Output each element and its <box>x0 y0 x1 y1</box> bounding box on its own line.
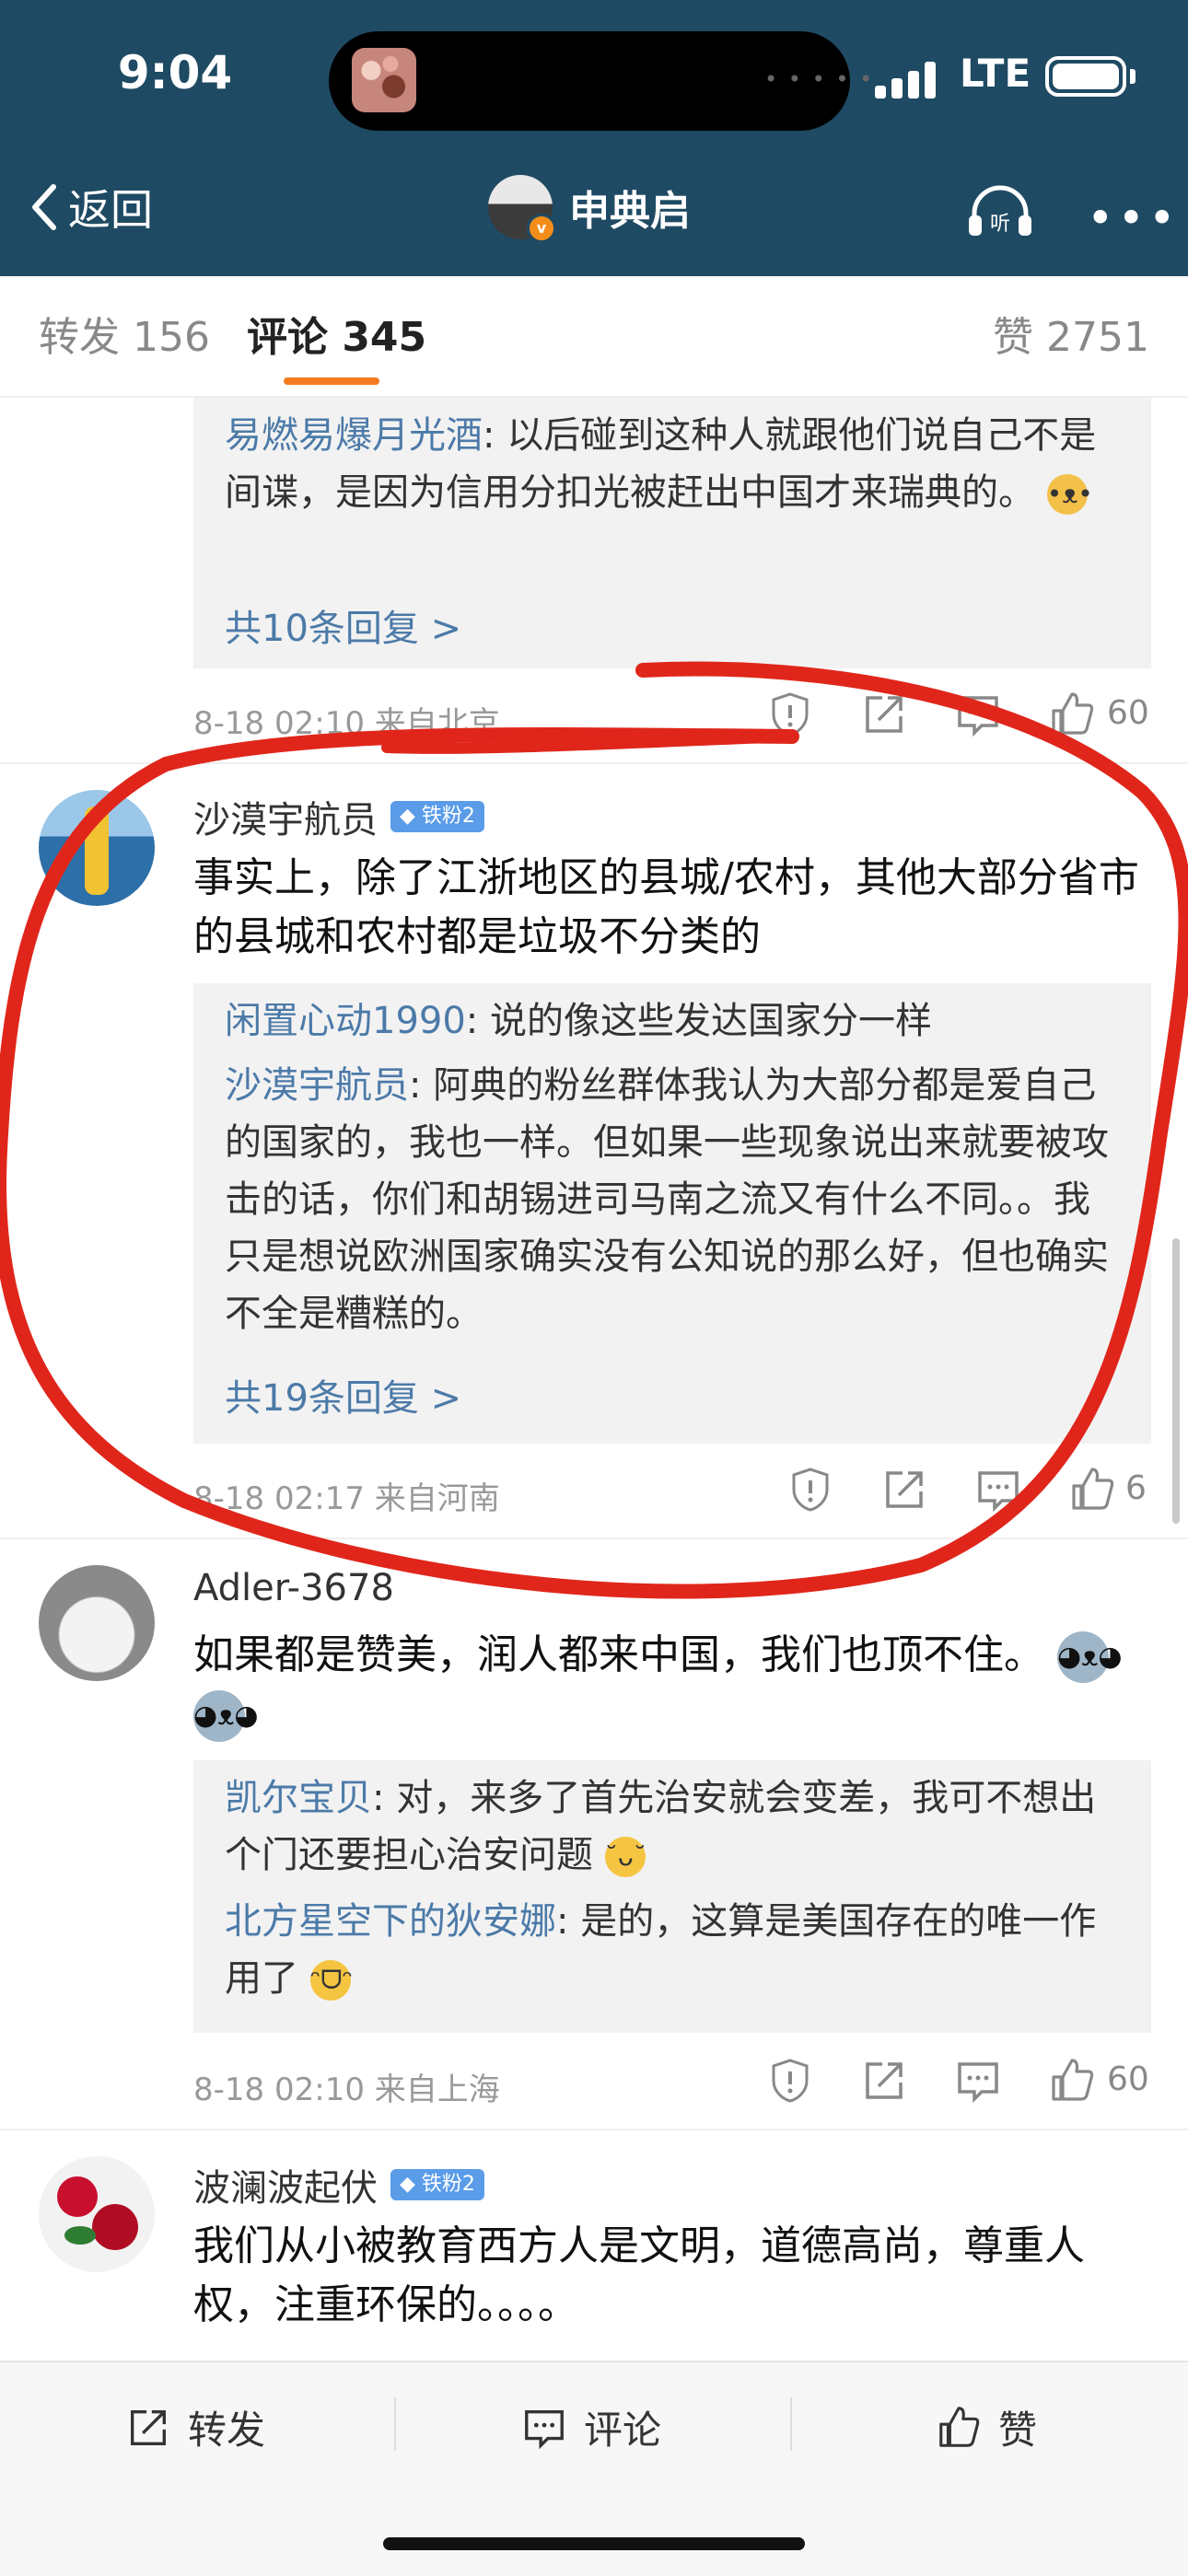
user-avatar[interactable] <box>39 2156 155 2272</box>
tab-comments[interactable]: 评论 345 <box>247 304 426 363</box>
reply-username[interactable]: 凯尔宝贝 <box>225 1777 372 1819</box>
author-avatar[interactable]: v <box>488 175 556 243</box>
comment-username[interactable]: Adler-3678 <box>193 1567 394 1609</box>
status-indicators: LTE <box>875 51 1151 106</box>
reply-icon[interactable] <box>954 690 1002 738</box>
fan-badge-label: 铁粉2 <box>421 805 475 828</box>
report-icon[interactable] <box>786 1466 834 1514</box>
like-icon[interactable] <box>1048 690 1096 738</box>
comment-actions: 60 <box>755 2057 1151 2112</box>
fan-badge: ◆ 铁粉2 <box>390 2169 484 2200</box>
reply-username[interactable]: 易燃易爆月光酒 <box>225 414 483 457</box>
like-icon[interactable] <box>1048 2057 1096 2105</box>
verified-badge-icon: v <box>527 214 556 243</box>
reply-item: 北方星空下的狄安娜: 是的，这算是美国存在的唯一作用了 ᵔᗜᵔ <box>225 1893 1124 2007</box>
report-icon[interactable] <box>766 690 814 738</box>
like-label: 赞 <box>998 2408 1038 2453</box>
divider <box>0 762 1188 764</box>
comment-meta: 8-18 02:10 来自上海 <box>193 2071 500 2108</box>
username-text: Adler-3678 <box>193 1567 394 1609</box>
reply-icon[interactable] <box>954 2057 1002 2105</box>
comment-username[interactable]: 波澜波起伏 ◆ 铁粉2 <box>193 2158 484 2211</box>
share-icon[interactable] <box>860 2057 908 2105</box>
reply-box[interactable]: 闲置心动1990: 说的像这些发达国家分一样 沙漠宇航员: 阿典的粉丝群体我认为… <box>193 983 1151 1444</box>
tab-bar: 转发 156 评论 345 赞 2751 <box>0 304 1188 396</box>
share-icon <box>131 2409 166 2445</box>
divider <box>0 1537 1188 1539</box>
user-avatar[interactable] <box>39 790 155 906</box>
comment-body: 如果都是赞美，润人都来中国，我们也顶不住。 <box>193 1631 1044 1678</box>
signal-icon <box>875 62 939 99</box>
fan-badge-label: 铁粉2 <box>421 2173 475 2196</box>
comment-text: 事实上，除了江浙地区的县城/农村，其他大部分省市的县城和农村都是垃圾不分类的 <box>193 854 1139 960</box>
reply-item: 沙漠宇航员: 阿典的粉丝群体我认为大部分都是爱自己的国家的，我也一样。但如果一些… <box>225 1057 1124 1342</box>
comment-label: 评论 <box>584 2408 662 2453</box>
comment-icon <box>525 2409 564 2449</box>
audio-wave-icon: • • • • • <box>764 66 875 92</box>
comment-button[interactable]: 评论 <box>521 2399 661 2455</box>
profile-header[interactable]: v 申典启 <box>488 175 691 243</box>
listen-label: 听 <box>990 213 1010 236</box>
reply-box[interactable]: 凯尔宝贝: 对，来多了首先治安就会变差，我可不想出个门还要担心治安问题 ˘ᴗ˘ … <box>193 1760 1151 2033</box>
report-icon[interactable] <box>766 2057 814 2105</box>
status-time: 9:04 <box>117 46 233 99</box>
page-title: 申典启 <box>569 188 691 235</box>
like-count: 60 <box>1107 694 1149 732</box>
tab-reposts[interactable]: 转发 156 <box>39 304 210 363</box>
reply-box[interactable]: 易燃易爆月光酒: 以后碰到这种人就跟他们说自己不是间谍，是因为信用分扣光被赶出中… <box>193 398 1151 668</box>
user-avatar[interactable] <box>39 1565 155 1681</box>
comment-meta: 8-18 02:10 来自北京 <box>193 705 500 742</box>
like-count: 6 <box>1125 1469 1147 1507</box>
doge-emoji-icon: •ᴥ• <box>1046 474 1093 515</box>
laugh-cry-emoji-icon: ᵔᗜᵔ <box>309 1960 353 2001</box>
battery-icon <box>1045 56 1126 97</box>
back-button[interactable]: 返回 <box>28 177 153 238</box>
reply-username[interactable]: 沙漠宇航员 <box>225 1064 409 1107</box>
husky-emoji-icon: ◕ᴥ◕ <box>1057 1631 1123 1683</box>
comment-meta: 8-18 02:17 来自河南 <box>193 1480 500 1517</box>
comment-username[interactable]: 沙漠宇航员 ◆ 铁粉2 <box>193 790 484 843</box>
comment-actions: 6 <box>775 1466 1171 1521</box>
like-button[interactable]: 赞 <box>936 2399 1037 2455</box>
comment-actions: 60 <box>755 690 1151 746</box>
like-icon[interactable] <box>1068 1466 1116 1514</box>
repost-label: 转发 <box>188 2408 266 2453</box>
like-icon <box>939 2406 980 2447</box>
share-icon[interactable] <box>880 1466 928 1514</box>
now-playing-thumbnail[interactable] <box>352 48 416 112</box>
scrollbar[interactable] <box>1172 1238 1180 1524</box>
like-count: 60 <box>1107 2060 1149 2098</box>
more-replies-link[interactable]: 共10条回复 > <box>225 598 461 652</box>
comment-text: 我们从小被教育西方人是文明，道德高尚，尊重人权，注重环保的。。。。 <box>193 2222 1085 2328</box>
reply-text: : 说的像这些发达国家分一样 <box>465 1000 932 1042</box>
reply-item: 易燃易爆月光酒: 以后碰到这种人就跟他们说自己不是间谍，是因为信用分扣光被赶出中… <box>225 407 1124 521</box>
chevron-left-icon <box>32 184 56 230</box>
reply-username[interactable]: 闲置心动1990 <box>225 1000 466 1042</box>
active-tab-indicator <box>284 377 379 385</box>
share-icon[interactable] <box>860 690 908 738</box>
reply-item: 闲置心动1990: 说的像这些发达国家分一样 <box>225 992 1124 1050</box>
network-label: LTE <box>960 51 1031 96</box>
reply-icon[interactable] <box>974 1466 1022 1514</box>
more-replies-link[interactable]: 共19条回复 > <box>225 1368 461 1421</box>
home-indicator[interactable] <box>383 2537 805 2550</box>
reply-item: 凯尔宝贝: 对，来多了首先治安就会变差，我可不想出个门还要担心治安问题 ˘ᴗ˘ <box>225 1770 1124 1884</box>
reply-username[interactable]: 北方星空下的狄安娜 <box>225 1900 556 1943</box>
divider <box>790 2397 792 2451</box>
username-text: 沙漠宇航员 <box>193 799 378 841</box>
fan-badge: ◆ 铁粉2 <box>390 801 484 832</box>
divider <box>0 2129 1188 2130</box>
smirk-emoji-icon: ˘ᴗ˘ <box>604 1837 646 1877</box>
more-options-icon[interactable]: ••• <box>1087 191 1179 245</box>
headphones-icon[interactable]: 听 <box>965 182 1035 238</box>
comment-text: 如果都是赞美，润人都来中国，我们也顶不住。 ◕ᴥ◕ ◕ᴥ◕ <box>193 1626 1160 1744</box>
divider <box>394 2397 396 2451</box>
tab-likes[interactable]: 赞 2751 <box>993 304 1149 363</box>
repost-button[interactable]: 转发 <box>125 2399 265 2455</box>
back-label: 返回 <box>68 185 153 235</box>
username-text: 波澜波起伏 <box>193 2167 378 2210</box>
husky-emoji-icon: ◕ᴥ◕ <box>193 1690 259 1742</box>
